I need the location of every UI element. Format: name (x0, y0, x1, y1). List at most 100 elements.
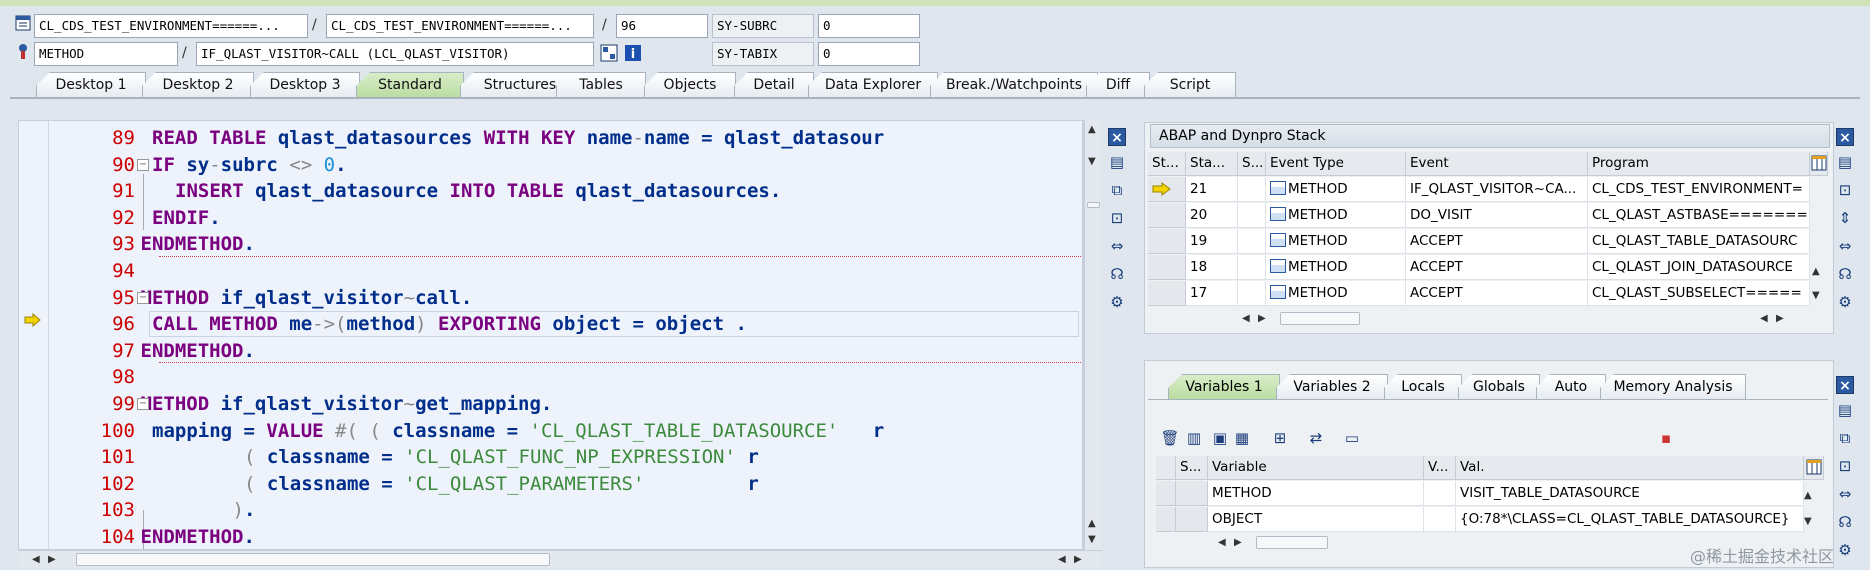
var-status[interactable] (1176, 481, 1208, 506)
stack-col-header[interactable]: Sta... (1186, 152, 1238, 176)
code-line[interactable]: 104 ENDMETHOD. (19, 524, 1083, 549)
scroll-left-icon[interactable]: ◀ (32, 554, 40, 566)
stack-level[interactable]: 17 (1186, 281, 1238, 306)
stack-event-type[interactable]: METHOD (1266, 229, 1406, 254)
stack-row-selector[interactable] (1148, 281, 1186, 306)
stack-status[interactable] (1238, 229, 1266, 254)
code-line[interactable]: 90 IF sy-subrc <> 0. (19, 152, 1083, 178)
stack-horizontal-scrollbar[interactable]: ◀ ▶ ◀ ▶ (1240, 310, 1808, 328)
services-icon[interactable]: ☊ (1107, 264, 1127, 284)
tab-script[interactable]: Script (1144, 72, 1236, 98)
var-name[interactable]: OBJECT (1208, 507, 1424, 532)
scroll-thumb[interactable] (1280, 312, 1360, 325)
swap-tool-icon[interactable]: ⧉ (1835, 428, 1855, 448)
stack-status[interactable] (1238, 281, 1266, 306)
scroll-right-icon[interactable]: ▶ (48, 554, 56, 566)
stack-event-type[interactable]: METHOD (1266, 203, 1406, 228)
program-field[interactable]: CL_CDS_TEST_ENVIRONMENT======... (34, 14, 308, 38)
var-col-header[interactable]: Variable (1208, 456, 1424, 480)
stack-program[interactable]: CL_QLAST_TABLE_DATASOURC (1588, 229, 1810, 254)
scroll-up-icon[interactable]: ▲ (1088, 518, 1096, 530)
code-line[interactable]: 95 METHOD if_qlast_visitor~call. (19, 285, 1083, 311)
maximize-icon[interactable]: ⊡ (1835, 456, 1855, 476)
close-icon[interactable]: × (1108, 128, 1126, 146)
resize-vertical-icon[interactable]: ⇕ (1835, 208, 1855, 228)
tool-settings-icon[interactable]: ⚙ (1835, 540, 1855, 560)
resize-horizontal-icon[interactable]: ⇔ (1835, 484, 1855, 504)
stack-status[interactable] (1238, 255, 1266, 280)
tab-detail[interactable]: Detail (734, 72, 814, 98)
services-icon[interactable]: ☊ (1835, 264, 1855, 284)
var-col-header[interactable]: Val. (1456, 456, 1804, 480)
scroll-right-icon[interactable]: ▶ (1776, 313, 1784, 325)
tab-memory-analysis[interactable]: Memory Analysis (1600, 374, 1746, 400)
fold-toggle-icon[interactable]: − (137, 158, 149, 171)
code-line[interactable]: 94 (19, 258, 1083, 284)
stack-event[interactable]: ACCEPT (1406, 281, 1588, 306)
code-line[interactable]: 102 ( classname = 'CL_QLAST_PARAMETERS' r (19, 471, 1083, 497)
save-icon[interactable]: ▪ (1656, 428, 1676, 448)
scroll-up-icon[interactable]: ▲ (1088, 124, 1096, 136)
hierarchy-icon[interactable]: ⊞ (1270, 428, 1290, 448)
scroll-right-icon[interactable]: ▶ (1074, 554, 1082, 566)
scroll-down-icon[interactable]: ▼ (1088, 156, 1096, 168)
line-field[interactable]: 96 (616, 14, 708, 38)
code-line[interactable]: 89 READ TABLE qlast_datasources WITH KEY … (19, 125, 1083, 151)
stack-col-header[interactable]: S... (1238, 152, 1266, 176)
tool-settings-icon[interactable]: ⚙ (1835, 292, 1855, 312)
stack-row-selector[interactable] (1148, 255, 1186, 280)
var-value[interactable]: {O:78*\CLASS=CL_QLAST_TABLE_DATASOURCE} (1456, 507, 1804, 532)
stack-event[interactable]: DO_VISIT (1406, 203, 1588, 228)
code-line[interactable]: 93 ENDMETHOD. (19, 231, 1083, 257)
stack-level[interactable]: 18 (1186, 255, 1238, 280)
stack-event-type[interactable]: METHOD (1266, 255, 1406, 280)
var-col-header[interactable]: S... (1176, 456, 1208, 480)
new-tool-icon[interactable]: ▤ (1835, 400, 1855, 420)
stack-status[interactable] (1238, 177, 1266, 202)
code-line[interactable]: 91 INSERT qlast_datasource INTO TABLE qla… (19, 178, 1083, 204)
fold-toggle-icon[interactable]: − (137, 291, 149, 304)
scroll-down-icon[interactable]: ▼ (1804, 516, 1812, 528)
stack-event-type[interactable]: METHOD (1266, 281, 1406, 306)
stack-program[interactable]: CL_QLAST_SUBSELECT===== (1588, 281, 1810, 306)
stack-event[interactable]: ACCEPT (1406, 255, 1588, 280)
close-icon[interactable]: × (1836, 128, 1854, 146)
code-editor[interactable]: 89 READ TABLE qlast_datasources WITH KEY … (18, 120, 1084, 550)
info-icon[interactable]: i (624, 44, 642, 62)
close-icon[interactable]: × (1836, 376, 1854, 394)
tab-desktop-1[interactable]: Desktop 1 (36, 72, 146, 98)
stack-row-selector[interactable] (1148, 203, 1186, 228)
stack-level[interactable]: 20 (1186, 203, 1238, 228)
services-icon[interactable]: ☊ (1835, 512, 1855, 532)
editor-horizontal-scrollbar[interactable]: ◀ ▶ ◀ ▶ (18, 550, 1102, 568)
var-value[interactable]: VISIT_TABLE_DATASOURCE (1456, 481, 1804, 506)
code-line[interactable]: 101 ( classname = 'CL_QLAST_FUNC_NP_EXPRE… (19, 444, 1083, 470)
var-col-header[interactable]: V... (1424, 456, 1456, 480)
scroll-down-icon[interactable]: ▼ (1812, 290, 1820, 302)
stack-level[interactable]: 21 (1186, 177, 1238, 202)
folder-icon[interactable]: ▭ (1342, 428, 1362, 448)
code-line[interactable]: 103). (19, 497, 1083, 523)
tab-desktop-2[interactable]: Desktop 2 (142, 72, 254, 98)
editor-vertical-scrollbar[interactable]: ▲ ▼ ▲ ▼ (1084, 120, 1102, 550)
fold-toggle-icon[interactable]: − (137, 398, 149, 410)
var-type[interactable] (1424, 507, 1456, 532)
stack-event[interactable]: ACCEPT (1406, 229, 1588, 254)
scroll-right-icon[interactable]: ▶ (1258, 313, 1266, 325)
code-line[interactable]: 92 ENDIF. (19, 205, 1083, 231)
stack-event-type[interactable]: METHOD (1266, 177, 1406, 202)
var-row-selector[interactable] (1156, 507, 1176, 532)
stack-row-selector[interactable] (1148, 229, 1186, 254)
tab-variables-2[interactable]: Variables 2 (1276, 374, 1388, 400)
code-line[interactable]: 98 (19, 364, 1083, 390)
scroll-left-icon[interactable]: ◀ (1218, 537, 1226, 549)
tab-standard[interactable]: Standard (356, 72, 464, 98)
stack-program[interactable]: CL_QLAST_ASTBASE======= (1588, 203, 1810, 228)
scroll-thumb[interactable] (1256, 536, 1328, 549)
tab-data-explorer[interactable]: Data Explorer (808, 72, 938, 98)
tab-break-watchpoints[interactable]: Break./Watchpoints (930, 72, 1098, 98)
scroll-up-icon[interactable]: ▲ (1804, 490, 1812, 502)
var-name[interactable]: METHOD (1208, 481, 1424, 506)
scroll-thumb[interactable] (1087, 202, 1100, 208)
tab-tables[interactable]: Tables (556, 72, 646, 98)
